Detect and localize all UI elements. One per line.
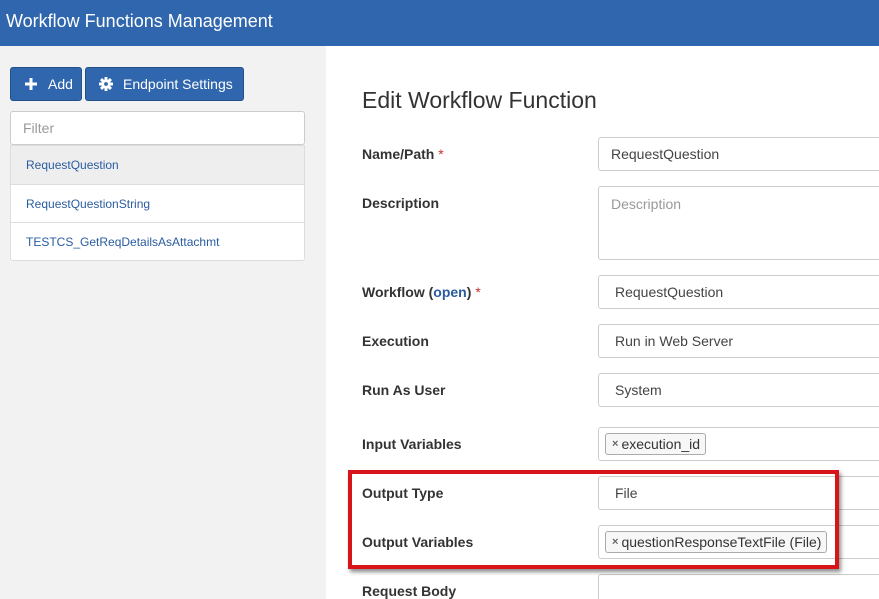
- run-as-user-value: System: [615, 382, 662, 398]
- output-type-label: Output Type: [362, 485, 444, 501]
- execution-select[interactable]: Run in Web Server: [598, 324, 879, 358]
- workflow-select[interactable]: RequestQuestion: [598, 275, 879, 309]
- output-type-select[interactable]: File: [598, 476, 879, 510]
- execution-value: Run in Web Server: [615, 333, 734, 349]
- page-title: Edit Workflow Function: [362, 87, 597, 113]
- required-marker: *: [438, 146, 444, 162]
- app-title: Workflow Functions Management: [6, 11, 273, 31]
- request-body-label: Request Body: [362, 583, 457, 599]
- gear-icon: [99, 77, 113, 91]
- add-button[interactable]: Add: [10, 67, 82, 101]
- endpoint-settings-button[interactable]: Endpoint Settings: [85, 67, 244, 101]
- variable-tag: × questionResponseTextFile (File): [605, 531, 828, 553]
- run-as-user-select[interactable]: System: [598, 373, 879, 407]
- list-item[interactable]: RequestQuestionString: [11, 184, 304, 222]
- input-variables-field[interactable]: × execution_id: [598, 427, 879, 461]
- variable-tag: × execution_id: [605, 433, 707, 455]
- output-type-value: File: [615, 485, 638, 501]
- functions-list: RequestQuestion RequestQuestionString TE…: [10, 145, 305, 261]
- list-item[interactable]: RequestQuestion: [11, 146, 304, 184]
- execution-label: Execution: [362, 333, 429, 349]
- output-variables-field[interactable]: × questionResponseTextFile (File): [598, 525, 879, 559]
- output-variables-label: Output Variables: [362, 534, 474, 550]
- close-icon[interactable]: ×: [612, 536, 618, 548]
- add-button-label: Add: [48, 76, 73, 92]
- filter-input[interactable]: [10, 111, 305, 145]
- close-icon[interactable]: ×: [612, 438, 618, 450]
- workflow-value: RequestQuestion: [615, 284, 724, 300]
- workflow-open-link[interactable]: open: [433, 284, 466, 300]
- run-as-user-label: Run As User: [362, 382, 446, 398]
- list-item[interactable]: TESTCS_GetReqDetailsAsAttachmt: [11, 222, 304, 260]
- app-header: Workflow Functions Management: [0, 0, 879, 46]
- name-field[interactable]: RequestQuestion: [598, 137, 879, 171]
- request-body-field[interactable]: [598, 574, 879, 599]
- name-value: RequestQuestion: [611, 146, 720, 162]
- name-label: Name/Path *: [362, 146, 444, 162]
- workflow-label: Workflow (open) *: [362, 284, 481, 300]
- description-label: Description: [362, 195, 440, 211]
- endpoint-settings-label: Endpoint Settings: [123, 76, 233, 92]
- plus-icon: [24, 77, 38, 91]
- description-field[interactable]: Description: [598, 186, 879, 260]
- required-marker: *: [475, 284, 481, 300]
- description-placeholder: Description: [611, 196, 682, 212]
- input-variables-label: Input Variables: [362, 436, 462, 452]
